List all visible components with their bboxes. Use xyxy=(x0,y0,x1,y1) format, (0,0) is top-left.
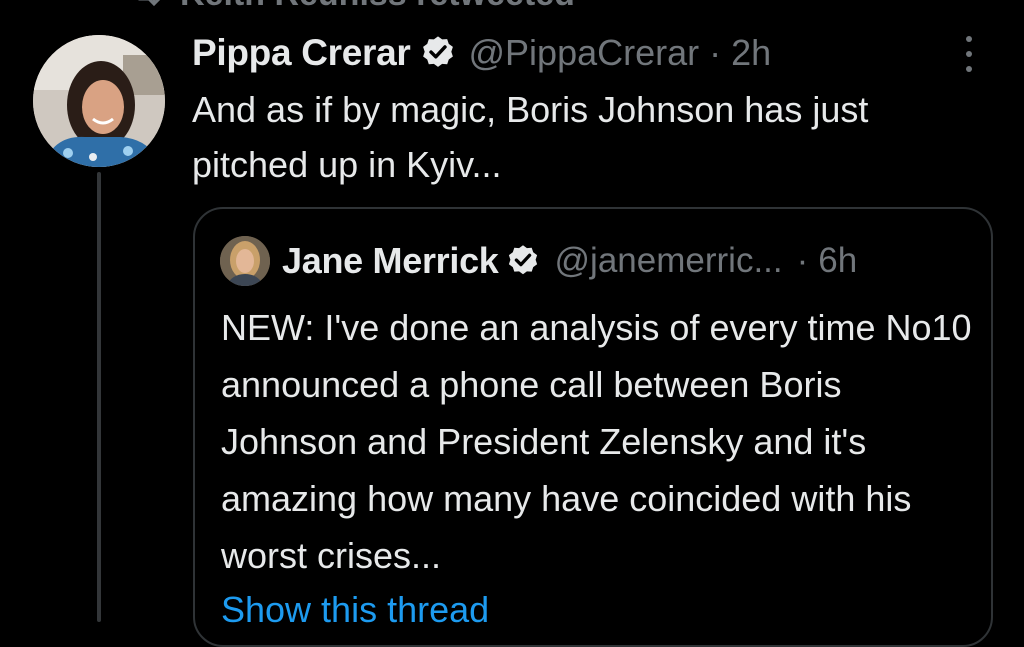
quoted-verified-badge-icon xyxy=(505,243,541,279)
quoted-author-handle: @janemerric... xyxy=(554,241,783,280)
quoted-author-avatar xyxy=(220,236,270,286)
retweet-icon xyxy=(132,0,162,7)
quoted-header-separator: · xyxy=(796,241,809,280)
quoted-author-name: Jane Merrick xyxy=(282,240,499,281)
tweet-timestamp[interactable]: 2h xyxy=(731,32,771,74)
thread-line xyxy=(97,172,101,622)
quoted-tweet-timestamp: 6h xyxy=(818,241,858,280)
more-options-icon[interactable] xyxy=(954,32,984,76)
author-name[interactable]: Pippa Crerar xyxy=(192,32,411,74)
header-separator: · xyxy=(709,32,722,73)
tweet-text: And as if by magic, Boris Johnson has ju… xyxy=(192,89,869,185)
quoted-tweet-text: NEW: I've done an analysis of every time… xyxy=(221,307,972,576)
tweet-header: Pippa Crerar @PippaCrerar · 2h xyxy=(192,26,771,80)
author-handle[interactable]: @PippaCrerar xyxy=(469,32,700,74)
author-avatar[interactable] xyxy=(33,35,165,167)
quoted-tweet-card[interactable]: Jane Merrick @janemerric... · 6h NEW: I'… xyxy=(193,207,993,647)
retweet-context[interactable]: Keith Reuniss retweeted xyxy=(132,0,575,13)
retweet-context-label: Keith Reuniss retweeted xyxy=(180,0,575,14)
author-avatar-image xyxy=(33,35,165,167)
verified-badge-icon xyxy=(419,34,457,72)
show-thread-link[interactable]: Show this thread xyxy=(221,589,489,631)
quoted-tweet-header: Jane Merrick @janemerric... · 6h xyxy=(220,235,857,287)
